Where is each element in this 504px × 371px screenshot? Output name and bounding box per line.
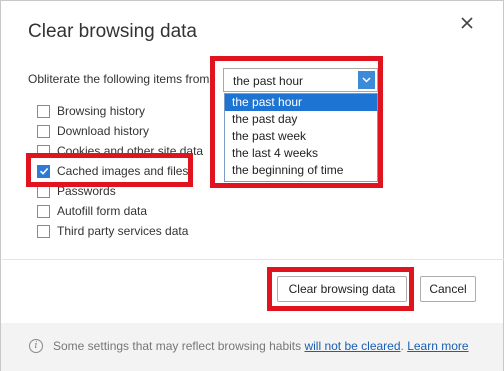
range-prompt-label: Obliterate the following items from (28, 72, 210, 86)
clear-browsing-data-dialog: Clear browsing data Obliterate the follo… (0, 0, 504, 371)
dialog-title: Clear browsing data (28, 21, 197, 42)
separator (2, 259, 504, 260)
checkbox-label: Cookies and other site data (57, 144, 204, 158)
cancel-button[interactable]: Cancel (420, 276, 476, 302)
clear-browsing-data-button[interactable]: Clear browsing data (277, 276, 407, 302)
info-icon: i (29, 339, 43, 353)
checkbox-label: Download history (57, 124, 150, 138)
not-cleared-link[interactable]: will not be cleared (304, 339, 400, 353)
time-range-option[interactable]: the past day (225, 111, 377, 128)
checkbox-download-history[interactable]: Download history (37, 121, 217, 141)
footer-text: Some settings that may reflect browsing … (53, 339, 305, 353)
checkbox-label: Third party services data (57, 224, 189, 238)
checkbox-box[interactable] (37, 144, 50, 158)
time-range-option[interactable]: the beginning of time (225, 162, 377, 179)
checkbox-browsing-history[interactable]: Browsing history (37, 101, 217, 121)
checkmark-icon (39, 167, 48, 175)
checkbox-label: Passwords (57, 184, 116, 198)
checkbox-box[interactable] (37, 204, 50, 218)
close-button[interactable] (456, 13, 478, 35)
checkbox-third-party[interactable]: Third party services data (37, 221, 217, 241)
learn-more-link[interactable]: Learn more (407, 339, 468, 353)
time-range-value: the past hour (233, 74, 304, 88)
checkbox-cookies[interactable]: Cookies and other site data (37, 141, 217, 161)
close-icon (461, 16, 473, 32)
checkbox-label: Browsing history (57, 104, 146, 118)
chevron-down-icon (358, 71, 375, 89)
time-range-option[interactable]: the last 4 weeks (225, 145, 377, 162)
checkbox-cached-images[interactable]: Cached images and files (37, 161, 217, 181)
footer: i Some settings that may reflect browsin… (1, 323, 503, 371)
time-range-select[interactable]: the past hour (223, 68, 378, 92)
checkbox-autofill[interactable]: Autofill form data (37, 201, 217, 221)
checkbox-box[interactable] (37, 124, 50, 138)
checkbox-box[interactable] (37, 164, 50, 178)
checkbox-label: Autofill form data (57, 204, 148, 218)
checkbox-box[interactable] (37, 104, 50, 118)
time-range-option[interactable]: the past hour (225, 94, 377, 111)
checkbox-box[interactable] (37, 224, 50, 238)
checkbox-box[interactable] (37, 184, 50, 198)
time-range-dropdown-list: the past hour the past day the past week… (224, 93, 378, 182)
footer-note: Some settings that may reflect browsing … (53, 339, 469, 353)
time-range-option[interactable]: the past week (225, 128, 377, 145)
checkbox-label: Cached images and files (57, 164, 189, 178)
checkbox-passwords[interactable]: Passwords (37, 181, 217, 201)
